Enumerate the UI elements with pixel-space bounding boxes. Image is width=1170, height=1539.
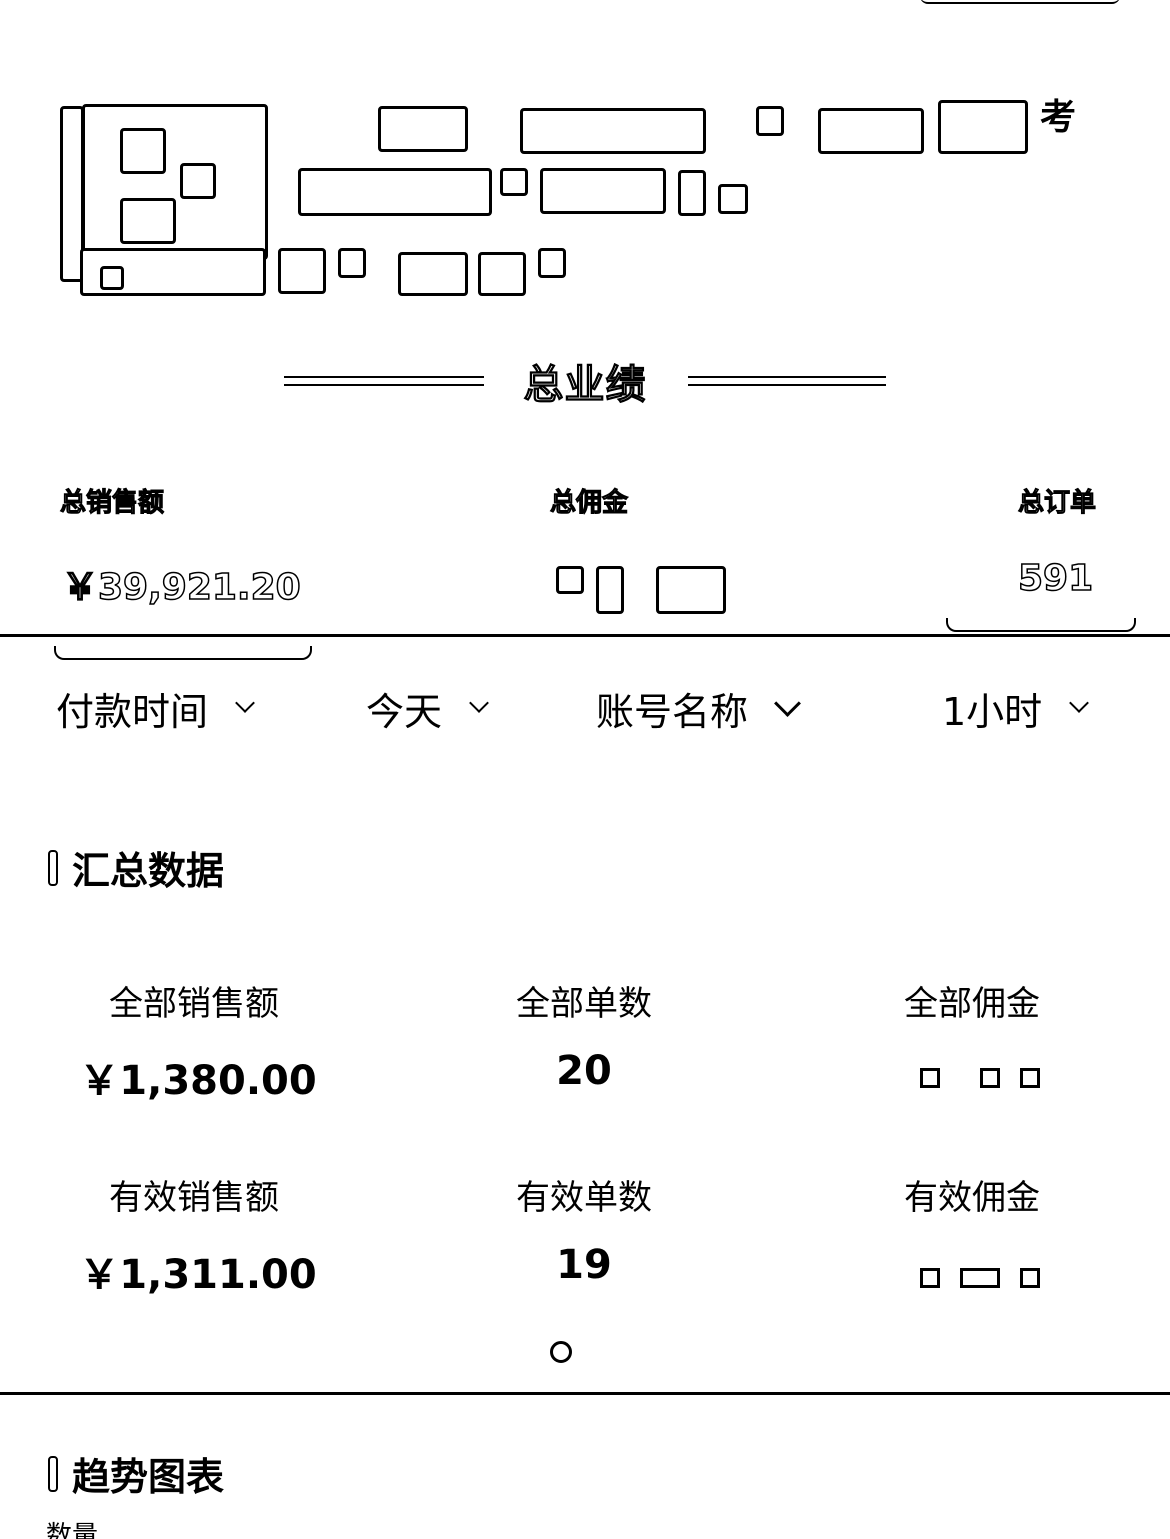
- trend-title: 趋势图表: [72, 1455, 225, 1499]
- total-orders-value: 591: [1017, 557, 1094, 600]
- section-marker: [48, 850, 58, 886]
- filter-account-label: 账号名称: [596, 689, 749, 734]
- filter-interval-label: 1小时: [942, 689, 1043, 734]
- valid-sales-label: 有效销售额: [109, 1178, 279, 1218]
- header-trailing-glyph: 考: [1040, 97, 1077, 138]
- summary-title: 汇总数据: [72, 849, 225, 893]
- filter-interval[interactable]: 1小时: [942, 680, 1090, 736]
- all-sales-label: 全部销售额: [109, 984, 279, 1024]
- valid-orders-label: 有效单数: [516, 1178, 652, 1218]
- total-sales-label: 总销售额: [59, 488, 165, 519]
- orders-underline: [946, 618, 1136, 632]
- all-orders-label: 全部单数: [516, 984, 652, 1024]
- filter-account[interactable]: 账号名称: [596, 680, 801, 736]
- header-divider: [0, 634, 1170, 637]
- all-sales-value: ￥1,380.00: [79, 1058, 317, 1104]
- trend-axis-label: 数量: [46, 1521, 99, 1539]
- section-marker: [48, 1456, 58, 1492]
- total-orders-label: 总订单: [1017, 488, 1097, 519]
- chevron-down-icon: [1069, 693, 1090, 713]
- total-sales-value: ￥39,921.20: [61, 566, 301, 609]
- app-logo: [60, 98, 268, 296]
- filter-pay-time-label: 付款时间: [56, 689, 209, 734]
- filter-date-label: 今天: [366, 689, 443, 734]
- filter-pay-time[interactable]: 付款时间: [56, 680, 255, 736]
- top-decoration: [920, 0, 1120, 4]
- chevron-down-icon: [774, 689, 801, 717]
- all-orders-value: 20: [556, 1048, 612, 1094]
- summary-divider: [0, 1392, 1170, 1395]
- total-performance-header: 总业绩: [280, 352, 890, 412]
- sales-underline: [54, 646, 312, 660]
- filter-date[interactable]: 今天: [366, 680, 489, 736]
- valid-sales-value: ￥1,311.00: [79, 1252, 317, 1298]
- chevron-down-icon: [469, 693, 489, 713]
- page-indicator-icon[interactable]: [550, 1341, 572, 1363]
- total-performance-title: 总业绩: [523, 362, 647, 409]
- total-commission-label: 总佣金: [549, 488, 629, 519]
- valid-commission-label: 有效佣金: [904, 1178, 1040, 1218]
- valid-orders-value: 19: [556, 1242, 612, 1288]
- all-commission-label: 全部佣金: [904, 984, 1040, 1024]
- chevron-down-icon: [235, 693, 255, 713]
